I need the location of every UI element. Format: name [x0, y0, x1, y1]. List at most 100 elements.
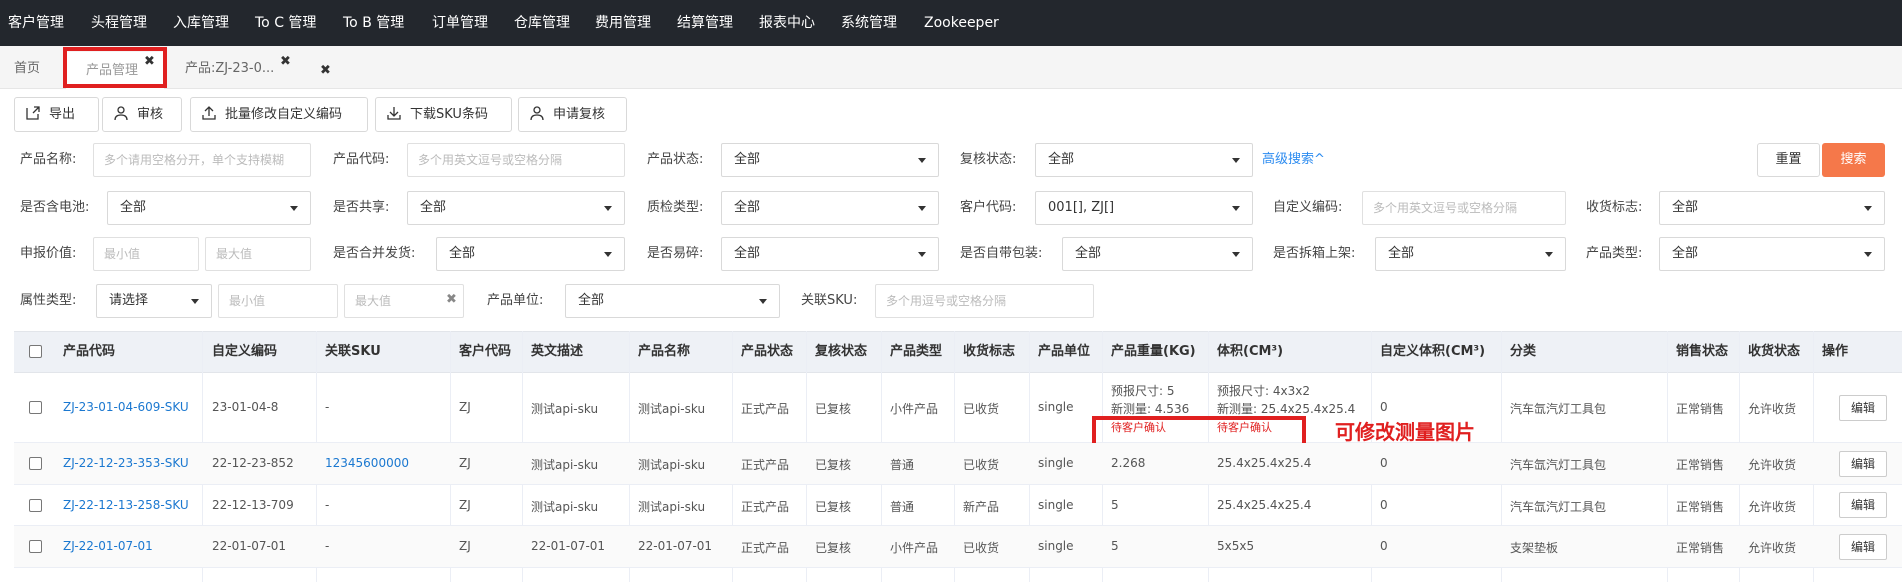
edit-button[interactable]: 编辑 [1839, 395, 1887, 421]
col-receive-status[interactable]: 收货状态 [1748, 332, 1800, 372]
nav-tob[interactable]: To B 管理 [343, 0, 404, 46]
unbox-shelf-value: 全部 [1388, 246, 1415, 261]
product-type-cell: 小件产品 [890, 541, 939, 555]
tab-product-detail[interactable]: 产品:ZJ-23-0... [185, 50, 274, 88]
linked-sku-link[interactable]: 12345600000 [325, 456, 409, 470]
col-sale-status[interactable]: 销售状态 [1676, 332, 1728, 372]
unbox-shelf-select[interactable]: 全部 [1375, 237, 1566, 271]
col-product-name[interactable]: 产品名称 [638, 332, 690, 372]
attr-type-select[interactable]: 请选择 [96, 284, 212, 318]
weight-new-measure: 新测量: 4.536 [1111, 402, 1190, 416]
product-name-cell: 测试api-sku [638, 458, 706, 472]
nav-settlement[interactable]: 结算管理 [677, 0, 733, 46]
nav-reports[interactable]: 报表中心 [759, 0, 815, 46]
product-name-input[interactable]: 多个请用空格分开，单个支持模糊 [93, 143, 311, 177]
product-status-select[interactable]: 全部 [721, 143, 939, 177]
col-product-type[interactable]: 产品类型 [890, 332, 942, 372]
tab-detail-close-icon[interactable]: ✖ [280, 54, 291, 69]
reset-button[interactable]: 重置 [1757, 143, 1820, 177]
custom-volume-cell: 0 [1380, 498, 1388, 512]
product-code-link[interactable]: ZJ-22-01-07-01 [63, 539, 153, 553]
row-checkbox[interactable] [29, 401, 42, 414]
declared-value-min-input[interactable]: 最小值 [93, 237, 199, 271]
table-row[interactable]: ZJ-22-12-23-353-SKU 22-12-23-852 1234560… [14, 443, 1902, 485]
edit-button[interactable]: 编辑 [1839, 492, 1887, 518]
nav-fees[interactable]: 费用管理 [595, 0, 651, 46]
chevron-down-icon [191, 299, 199, 304]
own-pack-select[interactable]: 全部 [1062, 237, 1253, 271]
download-sku-barcode-button[interactable]: 下载SKU条码 [375, 97, 512, 132]
product-unit-select[interactable]: 全部 [565, 284, 780, 318]
nav-first-leg[interactable]: 头程管理 [91, 0, 147, 46]
col-custom-code[interactable]: 自定义编码 [212, 332, 277, 372]
table-row[interactable]: ZJ-22-12-13-258-SKU 22-12-13-709 - ZJ 测试… [14, 485, 1902, 526]
declared-value-max-input[interactable]: 最大值 [205, 237, 311, 271]
search-button[interactable]: 搜索 [1822, 143, 1885, 177]
has-battery-select[interactable]: 全部 [107, 191, 311, 225]
product-type-select[interactable]: 全部 [1659, 237, 1885, 271]
clear-icon[interactable]: ✖ [446, 292, 457, 307]
close-all-tabs-icon[interactable]: ✖ [320, 63, 331, 78]
col-linked-sku[interactable]: 关联SKU [325, 332, 381, 372]
product-code-link[interactable]: ZJ-23-01-04-609-SKU [63, 400, 189, 414]
fragile-select[interactable]: 全部 [721, 237, 939, 271]
nav-toc[interactable]: To C 管理 [255, 0, 316, 46]
apply-recheck-button[interactable]: 申请复核 [518, 97, 627, 132]
edit-button[interactable]: 编辑 [1839, 451, 1887, 477]
attr-min-input[interactable]: 最小值 [218, 284, 338, 318]
table-row[interactable]: ZJ-23-01-04-609-SKU 23-01-04-8 - ZJ 测试ap… [14, 373, 1902, 443]
customer-code-select[interactable]: 001[], ZJ[] [1035, 191, 1253, 225]
tab-home[interactable]: 首页 [14, 50, 40, 88]
merge-ship-select[interactable]: 全部 [436, 237, 625, 271]
col-custom-volume[interactable]: 自定义体积(CM³) [1380, 332, 1485, 372]
product-type-cell: 小件产品 [890, 402, 939, 416]
category-cell: 汽车氙汽灯工具包 [1510, 500, 1607, 514]
nav-orders[interactable]: 订单管理 [432, 0, 488, 46]
volume-cell: 5x5x5 [1217, 539, 1255, 553]
product-code-link[interactable]: ZJ-22-12-23-353-SKU [63, 456, 189, 470]
col-receive-flag[interactable]: 收货标志 [963, 332, 1015, 372]
sale-status-cell: 正常销售 [1676, 500, 1725, 514]
product-code-input[interactable]: 多个用英文逗号或空格分隔 [407, 143, 625, 177]
product-type-cell: 普通 [890, 458, 915, 472]
row-checkbox[interactable] [29, 499, 42, 512]
row-checkbox[interactable] [29, 540, 42, 553]
col-volume[interactable]: 体积(CM³) [1217, 332, 1283, 372]
table-row[interactable]: ZJ-22-01-07-01 22-01-07-01 - ZJ 22-01-07… [14, 526, 1902, 568]
select-all-checkbox[interactable] [29, 345, 42, 358]
linked-sku-input[interactable]: 多个用逗号或空格分隔 [875, 284, 1094, 318]
row-checkbox[interactable] [29, 457, 42, 470]
linked-sku-label: 关联SKU: [801, 293, 858, 308]
col-product-status[interactable]: 产品状态 [741, 332, 793, 372]
nav-zookeeper[interactable]: Zookeeper [924, 0, 999, 46]
col-recheck-status[interactable]: 复核状态 [815, 332, 867, 372]
nav-system[interactable]: 系统管理 [841, 0, 897, 46]
qc-type-select[interactable]: 全部 [721, 191, 939, 225]
custom-code-cell: 22-01-07-01 [212, 539, 287, 553]
batch-edit-custom-code-button[interactable]: 批量修改自定义编码 [190, 97, 368, 132]
nav-warehouse[interactable]: 仓库管理 [514, 0, 570, 46]
export-button[interactable]: 导出 [14, 97, 99, 132]
nav-customer[interactable]: 客户管理 [8, 0, 64, 46]
product-unit-cell: single [1038, 498, 1074, 512]
edit-button[interactable]: 编辑 [1839, 534, 1887, 560]
product-code-link[interactable]: ZJ-22-12-13-258-SKU [63, 498, 189, 512]
product-name-cell: 22-01-07-01 [638, 539, 713, 553]
audit-button[interactable]: 审核 [102, 97, 182, 132]
col-en-desc[interactable]: 英文描述 [531, 332, 583, 372]
chevron-down-icon [1232, 252, 1240, 257]
custom-code-input[interactable]: 多个用英文逗号或空格分隔 [1362, 191, 1566, 225]
shared-select[interactable]: 全部 [407, 191, 625, 225]
advanced-search-link[interactable]: 高级搜索^ [1262, 143, 1325, 177]
volume-cell: 25.4x25.4x25.4 [1217, 498, 1312, 512]
nav-inbound[interactable]: 入库管理 [173, 0, 229, 46]
col-category[interactable]: 分类 [1510, 332, 1536, 372]
col-weight[interactable]: 产品重量(KG) [1111, 332, 1196, 372]
receive-flag-select[interactable]: 全部 [1659, 191, 1885, 225]
col-customer-code[interactable]: 客户代码 [459, 332, 511, 372]
fragile-label: 是否易碎: [647, 246, 704, 261]
col-product-unit[interactable]: 产品单位 [1038, 332, 1090, 372]
col-product-code[interactable]: 产品代码 [63, 332, 115, 372]
product-status-label: 产品状态: [647, 152, 704, 167]
recheck-status-select[interactable]: 全部 [1035, 143, 1253, 177]
